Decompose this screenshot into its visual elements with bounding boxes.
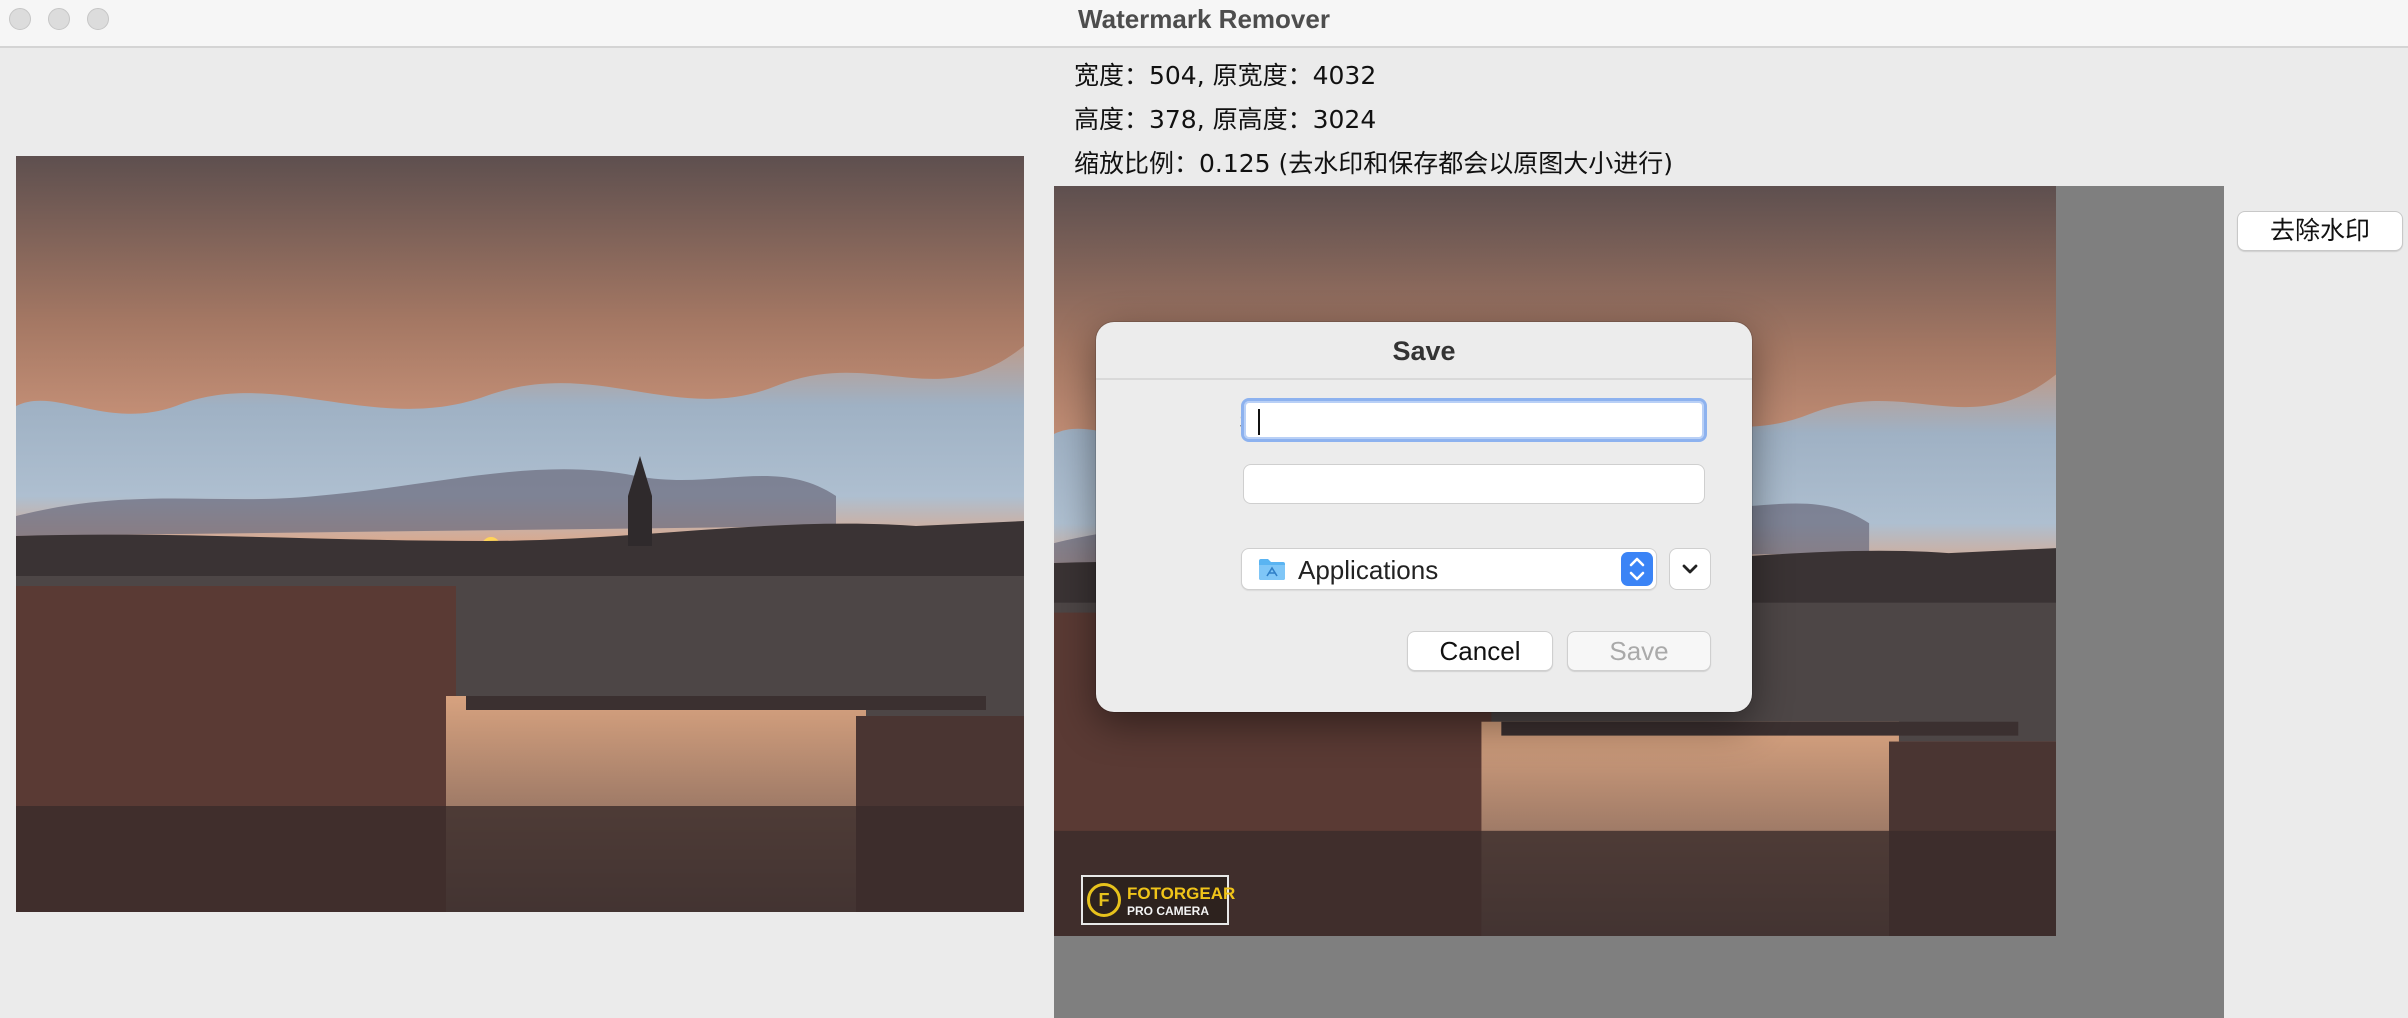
width-info: 宽度：504, 原宽度：4032	[1074, 61, 1377, 90]
height-info: 高度：378, 原高度：3024	[1074, 105, 1377, 134]
cancel-button[interactable]: Cancel	[1407, 631, 1553, 671]
dialog-divider	[1096, 378, 1752, 380]
chevron-updown-icon	[1621, 552, 1653, 586]
text-caret	[1258, 409, 1260, 435]
scale-info: 缩放比例：0.125 (去水印和保存都会以原图大小进行)	[1074, 149, 1674, 178]
window-title: Watermark Remover	[1078, 4, 1330, 34]
remove-watermark-button[interactable]: 去除水印	[2237, 211, 2403, 251]
save-button[interactable]: Save	[1567, 631, 1711, 671]
expand-dialog-button[interactable]	[1669, 548, 1711, 590]
chevron-down-icon	[1682, 564, 1698, 574]
save-dialog: Save Save As: Tags: Where: Applications …	[1096, 322, 1752, 712]
dialog-title: Save	[1392, 336, 1456, 366]
watermark-badge-icon: F	[1087, 883, 1121, 917]
tags-input[interactable]	[1243, 464, 1705, 504]
watermark-logo: F FOTORGEAR PRO CAMERA	[1081, 875, 1235, 925]
original-image	[16, 156, 1024, 912]
watermark-text-sub: PRO CAMERA	[1127, 904, 1210, 918]
where-value: Applications	[1298, 555, 1439, 585]
title-bar: Watermark Remover	[0, 0, 2408, 48]
where-location-popup[interactable]: Applications	[1241, 548, 1657, 590]
save-as-input[interactable]	[1241, 398, 1707, 442]
watermark-text-brand: FOTORGEAR	[1127, 884, 1236, 903]
folder-icon	[1259, 559, 1285, 580]
